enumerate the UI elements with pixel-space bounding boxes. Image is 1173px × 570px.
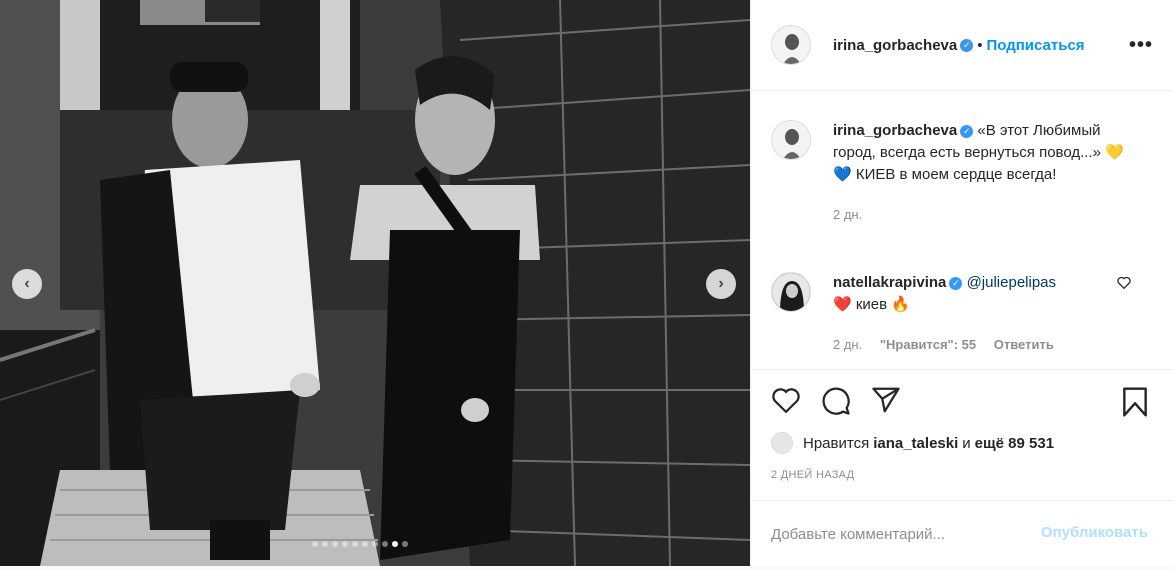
comment-item: natellakrapivina ✓ @juliepelipas ❤️ киев … [771, 272, 1161, 362]
chevron-left-icon: ‹ [24, 275, 30, 292]
comment-like-heart-icon[interactable] [1117, 276, 1131, 289]
likes-prefix: Нравится [803, 434, 870, 452]
caption-username[interactable]: irina_gorbacheva [833, 122, 957, 139]
carousel-prev-button[interactable]: ‹ [12, 269, 42, 299]
commenter-username[interactable]: natellakrapivina [833, 274, 946, 291]
comment-composer: Опубликовать [751, 500, 1173, 566]
carousel-dot [372, 541, 378, 547]
carousel-dot [362, 541, 368, 547]
author-username[interactable]: irina_gorbacheva [833, 37, 957, 54]
post-header: irina_gorbacheva ✓ • Подписаться ••• [751, 0, 1173, 91]
photo-image [0, 0, 750, 566]
carousel-dot [312, 541, 318, 547]
chevron-right-icon: › [718, 275, 724, 292]
carousel-dot [322, 541, 328, 547]
post-photo[interactable]: ‹ › [0, 0, 750, 566]
heart-icon[interactable] [771, 386, 801, 414]
comment-likes-count[interactable]: "Нравится": 55 [880, 337, 976, 352]
carousel-dots [312, 541, 408, 547]
verified-badge-icon: ✓ [960, 38, 974, 52]
paper-plane-icon[interactable] [871, 386, 901, 414]
comment-meta: 2 дн. "Нравится": 55 Ответить [833, 334, 1133, 356]
comment-time[interactable]: 2 дн. [833, 337, 862, 352]
likes-connector: и [962, 434, 971, 452]
avatar-image [772, 273, 810, 311]
carousel-dot [402, 541, 408, 547]
comment-input[interactable] [771, 523, 1021, 545]
caption-avatar[interactable] [771, 120, 811, 160]
caption-time[interactable]: 2 дн. [833, 207, 862, 222]
liker-avatar[interactable] [771, 432, 793, 454]
bookmark-icon[interactable] [1121, 386, 1149, 418]
verified-badge-icon: ✓ [960, 124, 974, 138]
avatar-image [772, 26, 810, 64]
liker-username[interactable]: iana_taleski [873, 435, 958, 452]
carousel-dot [392, 541, 398, 547]
post-actions [771, 386, 1161, 418]
carousel-dot [382, 541, 388, 547]
carousel-dot [342, 541, 348, 547]
post-timestamp[interactable]: 2 ДНЕЙ НАЗАД [771, 469, 854, 481]
publish-button[interactable]: Опубликовать [1041, 524, 1148, 541]
author-avatar[interactable] [771, 25, 811, 65]
likes-others-count[interactable]: ещё 89 531 [975, 435, 1054, 452]
post-side-panel: irina_gorbacheva ✓ • Подписаться ••• iri… [750, 0, 1173, 566]
caption-meta: 2 дн. [833, 204, 1133, 226]
caption-body: irina_gorbacheva ✓ «В этот Любимый город,… [833, 120, 1133, 226]
more-options-icon[interactable]: ••• [1129, 34, 1153, 57]
comment-reply-button[interactable]: Ответить [994, 337, 1054, 352]
carousel-next-button[interactable]: › [706, 269, 736, 299]
carousel-dot [352, 541, 358, 547]
comment-mention[interactable]: @juliepelipas [967, 274, 1056, 291]
separator-bullet: • [977, 36, 983, 54]
comments-list: irina_gorbacheva ✓ «В этот Любимый город,… [751, 92, 1173, 370]
carousel-dot [332, 541, 338, 547]
follow-button[interactable]: Подписаться [986, 37, 1084, 54]
likes-summary: Нравится iana_taleski и ещё 89 531 [771, 432, 1058, 454]
avatar-image [772, 121, 810, 159]
verified-badge-icon: ✓ [949, 276, 963, 290]
commenter-avatar[interactable] [771, 272, 811, 312]
comment-text: ❤️ киев 🔥 [833, 296, 910, 313]
caption-item: irina_gorbacheva ✓ «В этот Любимый город,… [771, 120, 1161, 250]
comment-body: natellakrapivina ✓ @juliepelipas ❤️ киев … [833, 272, 1133, 356]
comment-icon[interactable] [821, 386, 851, 416]
